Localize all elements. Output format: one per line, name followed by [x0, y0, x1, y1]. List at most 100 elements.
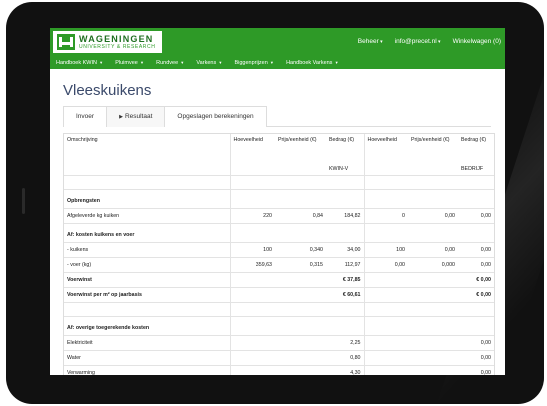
top-navbar: WAGENINGEN UNIVERSITY & RESEARCH Beheer …: [50, 28, 505, 69]
cell-value: 0,00: [408, 242, 458, 258]
cell-value: 0,84: [275, 208, 326, 224]
row-label: [64, 175, 230, 190]
subheader-bedrijf: BEDRIJF: [461, 166, 484, 172]
menu-item-handboek-kwin[interactable]: Handboek KWIN ▾: [50, 56, 109, 69]
results-table-container[interactable]: Omschrijving Hoeveelheid Prijs/eenheid (…: [63, 133, 495, 375]
cell-value: [408, 189, 458, 209]
cell-value: [326, 223, 364, 243]
cell-value: 0,315: [275, 257, 326, 273]
cell-value: [229, 316, 275, 336]
cell-value: [408, 316, 458, 336]
table-row: Afgeleverde kg kuiken 220 0,84 184,82 0 0,00 0…: [64, 208, 494, 224]
menu-item-biggenprijzen[interactable]: Biggenprijzen ▾: [228, 56, 280, 69]
table-row: Elektriciteit 2,25 0,00: [64, 335, 494, 351]
logo-subtitle: UNIVERSITY & RESEARCH: [79, 44, 156, 50]
top-links: Beheer info@precet.nl Winkelwagen (0): [358, 38, 501, 45]
cell-value: 112,97: [326, 257, 364, 273]
cart-link[interactable]: Winkelwagen (0): [453, 38, 501, 45]
cell-value: [326, 175, 364, 190]
cell-value: [275, 335, 326, 351]
tab-invoer[interactable]: Invoer: [63, 106, 108, 127]
account-menu[interactable]: info@precet.nl: [395, 38, 441, 45]
table-header-row: Omschrijving Hoeveelheid Prijs/eenheid (…: [64, 134, 494, 163]
cell-value: [363, 350, 408, 366]
cell-value: 100: [229, 242, 275, 258]
cell-value: [326, 302, 364, 317]
cell-value: [408, 302, 458, 317]
menu-item-varkens[interactable]: Varkens ▾: [190, 56, 228, 69]
cell-value: [458, 175, 494, 190]
cell-value: 220: [229, 208, 275, 224]
cell-value: [408, 272, 458, 288]
chevron-down-icon: ▾: [140, 60, 144, 65]
menu-item-pluimvee[interactable]: Pluimvee ▾: [109, 56, 150, 69]
row-label: Elektriciteit: [64, 335, 230, 351]
table-row: Voerwinst € 37,85 € 0,00: [64, 272, 494, 288]
cell-value: [229, 287, 275, 303]
cell-value: [275, 189, 326, 209]
cell-value: [275, 223, 326, 243]
row-label: Afgeleverde kg kuiken: [64, 208, 230, 224]
cell-value: 4,30: [326, 365, 364, 375]
cell-value: € 37,85: [326, 272, 364, 288]
chevron-down-icon: ▾: [270, 60, 274, 65]
page-title: Vleeskuikens: [63, 82, 152, 99]
cell-value: [275, 287, 326, 303]
row-label: [64, 302, 230, 317]
cell-value: [363, 223, 408, 243]
row-label: Voerwinst: [64, 272, 230, 288]
table-row: Af: kosten kuikens en voer: [64, 223, 494, 243]
cell-value: [326, 316, 364, 336]
cell-value: [408, 175, 458, 190]
chevron-down-icon: ▾: [181, 60, 184, 65]
cell-value: [275, 272, 326, 288]
cell-value: 0,80: [326, 350, 364, 366]
row-label: Af: overige toegerekende kosten: [64, 316, 230, 336]
chevron-down-icon: ▾: [99, 60, 103, 65]
cell-value: 0,00: [458, 350, 494, 366]
cell-value: [229, 302, 275, 317]
cell-value: [408, 365, 458, 375]
row-label: - voer (kg): [64, 257, 230, 273]
header-omschrijving: Omschrijving: [67, 137, 98, 143]
results-table: Omschrijving Hoeveelheid Prijs/eenheid (…: [64, 134, 494, 375]
cell-value: [229, 272, 275, 288]
cell-value: [229, 350, 275, 366]
cell-value: € 0,00: [458, 272, 494, 288]
cell-value: [275, 350, 326, 366]
row-label: Verwarming: [64, 365, 230, 375]
tab-resultaat[interactable]: ▶ Resultaat: [106, 106, 166, 127]
table-row: [64, 175, 494, 190]
cell-value: 0,00: [408, 208, 458, 224]
row-label: Voerwinst per m² op jaarbasis: [64, 287, 230, 303]
menu-item-rundvee[interactable]: Rundvee ▾: [150, 56, 190, 69]
cell-value: [408, 335, 458, 351]
header-bedrag: Bedrag (€): [329, 137, 355, 143]
tab-opgeslagen[interactable]: Opgeslagen berekeningen: [164, 106, 267, 127]
play-icon: ▶: [119, 114, 123, 120]
menu-item-handboek-varkens[interactable]: Handboek Varkens ▾: [280, 56, 345, 69]
beheer-menu[interactable]: Beheer: [358, 38, 383, 45]
cell-value: [229, 365, 275, 375]
cell-value: 0,340: [275, 242, 326, 258]
cell-value: [363, 316, 408, 336]
cell-value: [229, 175, 275, 190]
wur-logo[interactable]: WAGENINGEN UNIVERSITY & RESEARCH: [53, 31, 162, 53]
table-row: - voer (kg) 359,63 0,315 112,97 0,00 0,000 0,0…: [64, 257, 494, 273]
cell-value: [458, 189, 494, 209]
cell-value: [363, 189, 408, 209]
cell-value: € 60,61: [326, 287, 364, 303]
table-row: Opbrengsten: [64, 189, 494, 209]
cell-value: 0,00: [458, 242, 494, 258]
table-subheader-row: KWIN-V BEDRIJF: [64, 163, 494, 176]
cell-value: [275, 316, 326, 336]
row-label: - kuikens: [64, 242, 230, 258]
table-row: Af: overige toegerekende kosten: [64, 316, 494, 336]
table-row: Voerwinst per m² op jaarbasis € 60,61 € 0,…: [64, 287, 494, 303]
cell-value: [229, 189, 275, 209]
table-row: Verwarming 4,30 0,00: [64, 365, 494, 375]
header-hoeveelheid: Hoeveelheid: [229, 134, 275, 163]
cell-value: [275, 175, 326, 190]
cell-value: [326, 189, 364, 209]
cell-value: € 0,00: [458, 287, 494, 303]
